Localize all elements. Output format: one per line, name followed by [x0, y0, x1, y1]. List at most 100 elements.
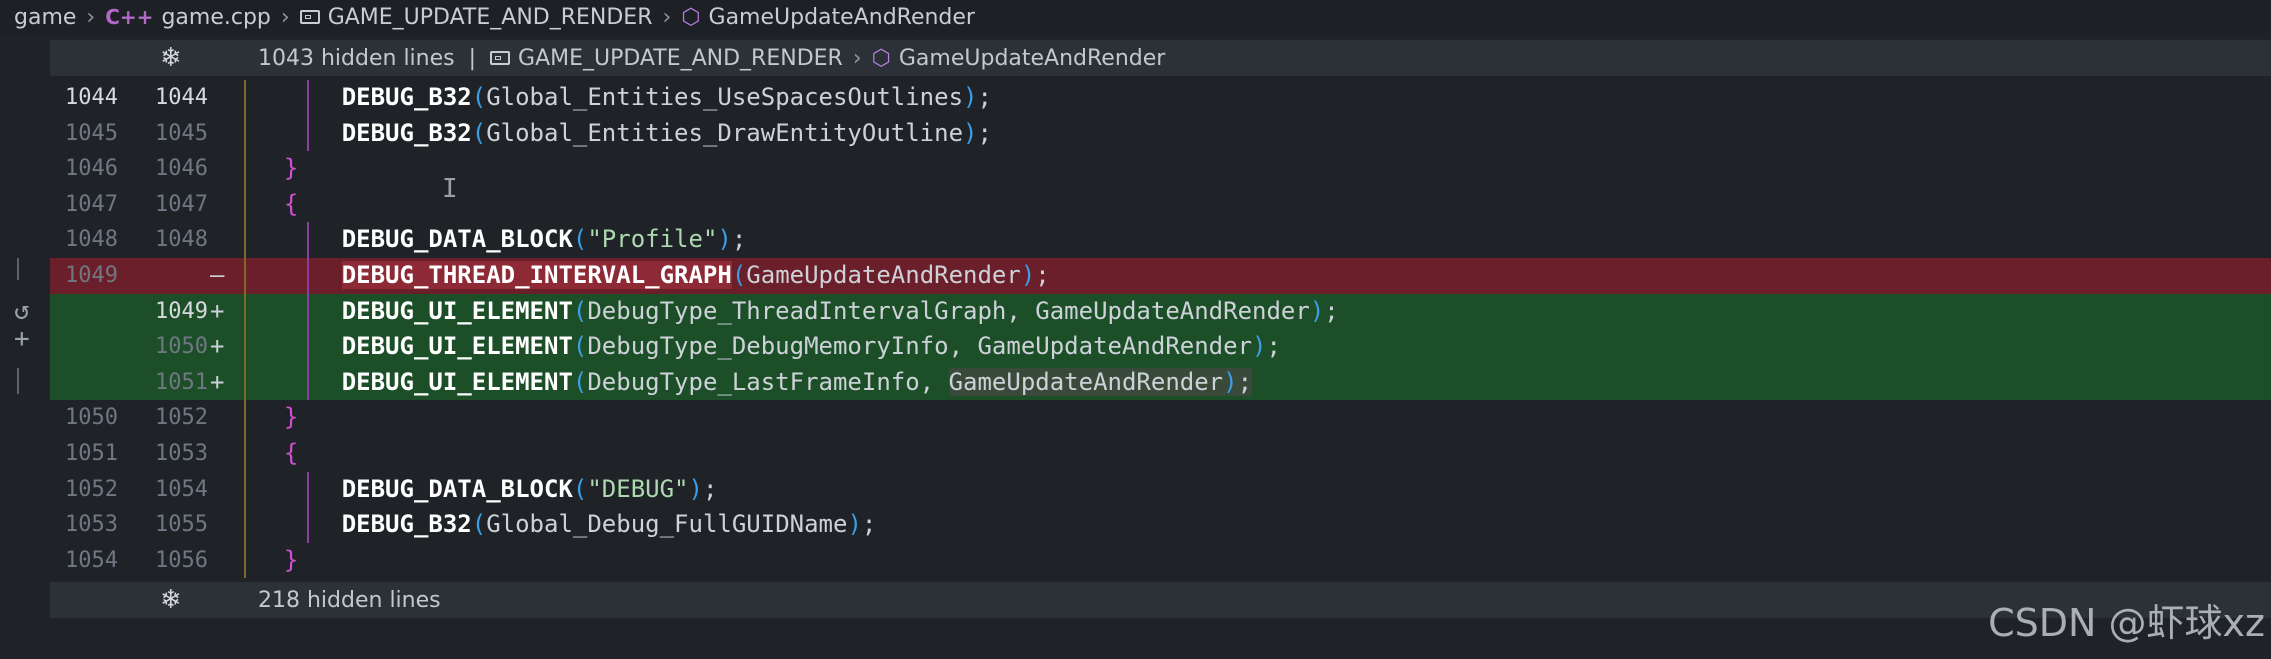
code-token: ( [471, 118, 487, 147]
code-token: ( [572, 296, 588, 325]
diff-line[interactable]: 1050 1052 } [50, 400, 2271, 436]
code-text[interactable]: DEBUG_B32(Global_Debug_FullGUIDName); [255, 507, 2271, 543]
unfold-icon[interactable]: ❄ [160, 585, 226, 615]
diff-line[interactable]: 1046 1046 } [50, 151, 2271, 187]
code-text[interactable]: DEBUG_THREAD_INTERVAL_GRAPH(GameUpdateAn… [255, 258, 2271, 294]
code-token: ; [731, 225, 747, 254]
diff-line-added[interactable]: 1049 + DEBUG_UI_ELEMENT(DebugType_ThreadI… [50, 293, 2271, 330]
old-line-number: 1052 [65, 476, 118, 502]
breadcrumb-namespace[interactable]: GAME_UPDATE_AND_RENDER [299, 5, 653, 30]
new-line-number: 1046 [155, 156, 208, 182]
indent-rail [242, 507, 254, 543]
diff-line[interactable]: 1048 1048 DEBUG_DATA_BLOCK("Profile"); [50, 222, 2271, 258]
code-text[interactable]: } [255, 151, 2271, 187]
diff-line-added[interactable]: 1051 + DEBUG_UI_ELEMENT(DebugType_LastFra… [50, 364, 2271, 401]
old-line-number: 1053 [65, 512, 118, 538]
new-line-number: 1045 [155, 120, 208, 146]
code-token: ( [572, 225, 588, 254]
breadcrumb-symbol-label: GameUpdateAndRender [708, 4, 975, 30]
indent-rail [242, 151, 254, 187]
code-text[interactable]: } [255, 543, 2271, 579]
code-text[interactable]: DEBUG_B32(Global_Entities_DrawEntityOutl… [255, 116, 2271, 152]
old-line-number: 1048 [65, 227, 118, 253]
code-token: ) [1309, 296, 1325, 325]
code-token: ( [572, 367, 588, 396]
new-line-number: 1049 [155, 298, 208, 324]
diff-line[interactable]: 1045 1045 DEBUG_B32(Global_Entities_DrawE… [50, 115, 2271, 152]
diff-line-removed[interactable]: 1049 — DEBUG_THREAD_INTERVAL_GRAPH(GameUp… [50, 257, 2271, 294]
old-line-number: 1049 [65, 262, 118, 288]
diff-line[interactable]: 1051 1053 { [50, 435, 2271, 472]
code-token: ; [702, 474, 718, 503]
diff-editor[interactable]: 1044 1044 DEBUG_B32(Global_Entities_UseSp… [50, 80, 2271, 578]
code-token: ( [572, 332, 588, 361]
code-text[interactable]: DEBUG_B32(Global_Entities_UseSpacesOutli… [255, 80, 2271, 116]
code-token: ; [1035, 260, 1050, 289]
code-token: { [283, 189, 299, 218]
breadcrumb-file-label: game.cpp [161, 4, 271, 30]
code-text[interactable]: DEBUG_UI_ELEMENT(DebugType_LastFrameInfo… [255, 365, 2271, 401]
hidden-lines-label: 1043 hidden lines [258, 45, 455, 71]
new-line-number: 1053 [155, 440, 208, 466]
breadcrumb-file[interactable]: C++ game.cpp [105, 5, 271, 30]
hidden-lines-bar-bottom[interactable]: ❄ 218 hidden lines [50, 582, 2271, 618]
code-token: DEBUG_B32 [341, 510, 472, 539]
diff-marker [210, 400, 230, 436]
added-marker-icon: + [210, 332, 225, 361]
code-text[interactable]: { [255, 436, 2271, 472]
breadcrumb-symbol[interactable]: ⬡ GameUpdateAndRender [681, 5, 975, 30]
diff-line[interactable]: 1044 1044 DEBUG_B32(Global_Entities_UseSp… [50, 80, 2271, 116]
diff-line-added[interactable]: 1050 + DEBUG_UI_ELEMENT(DebugType_DebugMe… [50, 329, 2271, 365]
new-line-number: 1051 [155, 369, 208, 395]
revert-icon[interactable]: ↺ [14, 296, 30, 326]
indent-rail [242, 400, 254, 436]
code-token: ) [688, 474, 703, 503]
breadcrumb-folder[interactable]: game [14, 5, 76, 30]
indent-rail [242, 471, 254, 508]
diff-marker [210, 472, 230, 508]
code-text[interactable]: DEBUG_UI_ELEMENT(DebugType_DebugMemoryIn… [255, 329, 2271, 365]
code-token: GameUpdateAndRender [746, 260, 1021, 289]
gutter-divider [17, 368, 19, 394]
diff-line[interactable]: 1053 1055 DEBUG_B32(Global_Debug_FullGUID… [50, 507, 2271, 543]
chevron-right-icon: › [280, 4, 290, 30]
code-text[interactable]: { [255, 187, 2271, 223]
code-text[interactable]: DEBUG_DATA_BLOCK("DEBUG"); [255, 472, 2271, 508]
diff-marker [210, 436, 230, 472]
old-line-number [50, 329, 118, 365]
code-token: ) [1223, 367, 1238, 396]
divider: | [468, 45, 477, 71]
code-token: ) [963, 118, 978, 147]
hidden-lines-bar-top[interactable]: ❄ 1043 hidden lines | GAME_UPDATE_AND_RE… [50, 40, 2271, 76]
diff-line[interactable]: 1047 1047 { [50, 186, 2271, 223]
diff-line[interactable]: 1054 1056 } [50, 542, 2271, 579]
new-line-number: 1056 [155, 547, 208, 573]
code-text[interactable]: DEBUG_UI_ELEMENT(DebugType_ThreadInterva… [255, 294, 2271, 330]
code-token: GameUpdateAndRender [948, 367, 1224, 396]
code-token: ; [1324, 296, 1339, 325]
code-token: "Profile" [587, 225, 718, 254]
code-text[interactable]: } [255, 400, 2271, 436]
new-line-number: 1044 [155, 85, 208, 110]
unfold-icon[interactable]: ❄ [160, 43, 226, 73]
indent-rail [242, 435, 254, 472]
code-token: ; [977, 83, 992, 111]
diff-line[interactable]: 1052 1054 DEBUG_DATA_BLOCK("DEBUG"); [50, 471, 2271, 508]
code-text[interactable]: DEBUG_DATA_BLOCK("Profile"); [255, 222, 2271, 258]
chevron-right-icon: › [852, 45, 862, 71]
code-token: DEBUG_DATA_BLOCK [341, 474, 573, 503]
code-token: ; [1266, 332, 1281, 361]
old-line-number: 1045 [65, 120, 118, 146]
namespace-icon [490, 51, 511, 65]
code-token: DEBUG_B32 [341, 118, 472, 147]
code-token: DEBUG_B32 [341, 83, 472, 111]
add-icon[interactable]: + [14, 324, 30, 354]
